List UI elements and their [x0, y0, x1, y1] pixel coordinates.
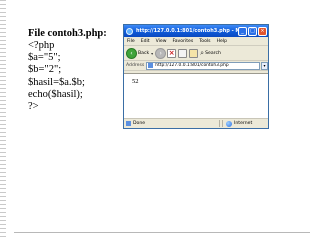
done-page-icon — [126, 121, 131, 126]
security-zone: Internet — [224, 120, 268, 127]
address-url[interactable]: http://127.0.0.1:801/contoh3.php — [155, 63, 228, 68]
back-label[interactable]: Back — [138, 51, 149, 56]
status-divider — [219, 120, 220, 127]
menu-bar: File Edit View Favorites Tools Help — [124, 37, 268, 46]
slide-side-decoration — [0, 0, 6, 240]
page-icon — [148, 63, 154, 68]
address-label: Address — [126, 63, 145, 68]
address-input[interactable]: http://127.0.0.1:801/contoh3.php — [146, 61, 260, 70]
refresh-icon[interactable] — [178, 48, 188, 58]
browser-titlebar[interactable]: http://127.0.0.1:801/contoh3.php - Micro… — [124, 25, 268, 37]
back-arrow-icon[interactable]: ‹ — [126, 47, 137, 59]
zone-label: Internet — [234, 121, 253, 126]
menu-file[interactable]: File — [127, 39, 135, 44]
address-bar: Address http://127.0.0.1:801/contoh3.php… — [124, 61, 268, 71]
minimize-button[interactable]: _ — [238, 26, 247, 36]
search-label[interactable]: Search — [205, 51, 221, 56]
window-title: http://127.0.0.1:801/contoh3.php - Micro… — [136, 28, 238, 34]
browser-window: http://127.0.0.1:801/contoh3.php - Micro… — [123, 24, 269, 129]
page-content-area: 52 — [124, 73, 268, 118]
stop-icon[interactable]: × — [167, 48, 177, 58]
forward-arrow-icon[interactable]: › — [155, 47, 167, 59]
menu-favorites[interactable]: Favorites — [173, 39, 194, 44]
globe-icon — [226, 120, 232, 127]
status-text: Done — [133, 121, 146, 126]
search-icon[interactable]: ⌕ — [200, 49, 204, 58]
close-button[interactable]: × — [258, 26, 267, 36]
menu-edit[interactable]: Edit — [141, 39, 150, 44]
page-output-text: 52 — [132, 78, 139, 85]
home-icon[interactable] — [189, 48, 199, 58]
slide-bottom-rule — [14, 232, 310, 233]
status-divider-2 — [222, 120, 223, 127]
browser-toolbar: ‹ Back ▾ › × ⌕ Search — [124, 46, 268, 61]
maximize-button[interactable]: □ — [248, 26, 257, 36]
back-dropdown-icon[interactable]: ▾ — [151, 51, 153, 56]
menu-help[interactable]: Help — [217, 39, 227, 44]
ie-logo-icon — [126, 27, 133, 35]
menu-view[interactable]: View — [156, 39, 167, 44]
status-bar: Done Internet — [124, 118, 268, 128]
address-dropdown-icon[interactable]: ▾ — [261, 61, 268, 70]
menu-tools[interactable]: Tools — [199, 39, 210, 44]
